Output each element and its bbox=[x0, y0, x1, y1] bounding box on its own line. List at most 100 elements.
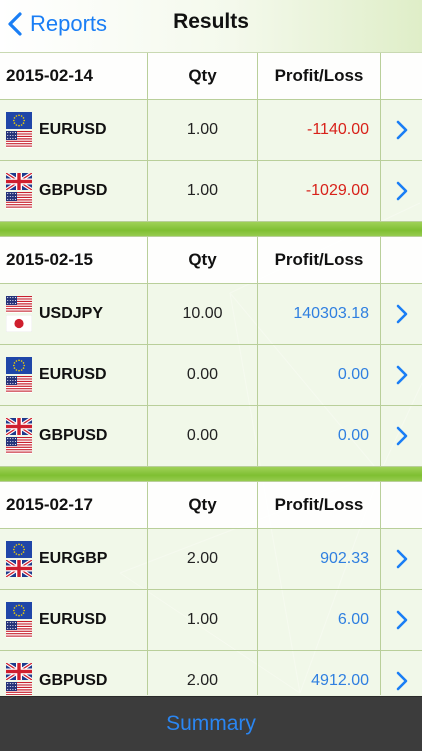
profit-loss-value: 140303.18 bbox=[258, 284, 381, 344]
eu-flag-icon bbox=[6, 357, 32, 374]
disclosure-cell[interactable] bbox=[381, 161, 422, 221]
bottom-toolbar: Summary bbox=[0, 696, 422, 751]
profit-loss-value: 902.33 bbox=[258, 529, 381, 589]
section-header-row: 2015-02-14 Qty Profit/Loss bbox=[0, 53, 422, 100]
table-row[interactable]: GBPUSD 2.00 4912.00 bbox=[0, 651, 422, 695]
disclosure-cell[interactable] bbox=[381, 590, 422, 650]
currency-pair: EURUSD bbox=[39, 121, 107, 138]
table-row[interactable]: EURUSD 0.00 0.00 bbox=[0, 345, 422, 406]
currency-flags bbox=[6, 357, 32, 393]
currency-flags bbox=[6, 418, 32, 454]
profit-loss-value: -1140.00 bbox=[258, 100, 381, 160]
profit-loss-value: 0.00 bbox=[258, 345, 381, 405]
profit-loss-value: 6.00 bbox=[258, 590, 381, 650]
chevron-right-icon[interactable] bbox=[395, 120, 409, 140]
us-flag-icon bbox=[6, 192, 32, 209]
section-date: 2015-02-15 bbox=[0, 237, 148, 283]
profit-loss-value: -1029.00 bbox=[258, 161, 381, 221]
section-separator bbox=[0, 467, 422, 482]
qty-column-header: Qty bbox=[148, 53, 258, 99]
date-section: 2015-02-17 Qty Profit/Loss EURGBP 2.00 902.3… bbox=[0, 482, 422, 695]
chevron-right-icon[interactable] bbox=[395, 549, 409, 569]
date-section: 2015-02-14 Qty Profit/Loss EURUSD 1.00 -1140.… bbox=[0, 53, 422, 237]
section-date: 2015-02-17 bbox=[0, 482, 148, 528]
profit-loss-column-header: Profit/Loss bbox=[258, 482, 381, 528]
us-flag-icon bbox=[6, 437, 32, 454]
pair-cell: EURUSD bbox=[0, 100, 148, 160]
currency-flags bbox=[6, 663, 32, 695]
disclosure-cell[interactable] bbox=[381, 100, 422, 160]
disclosure-cell[interactable] bbox=[381, 345, 422, 405]
currency-pair: GBPUSD bbox=[39, 427, 108, 444]
disclosure-cell[interactable] bbox=[381, 406, 422, 466]
chevron-right-icon[interactable] bbox=[395, 671, 409, 691]
table-row[interactable]: USDJPY 10.00 140303.18 bbox=[0, 284, 422, 345]
pair-cell: EURUSD bbox=[0, 590, 148, 650]
summary-button[interactable]: Summary bbox=[166, 712, 256, 736]
quantity-value: 2.00 bbox=[148, 529, 258, 589]
chevron-right-icon[interactable] bbox=[395, 426, 409, 446]
chevron-right-icon[interactable] bbox=[395, 304, 409, 324]
us-flag-icon bbox=[6, 682, 32, 695]
uk-flag-icon bbox=[6, 560, 32, 577]
us-flag-icon bbox=[6, 376, 32, 393]
quantity-value: 0.00 bbox=[148, 345, 258, 405]
currency-pair: EURUSD bbox=[39, 366, 107, 383]
currency-pair: USDJPY bbox=[39, 305, 104, 322]
chevron-right-icon[interactable] bbox=[395, 610, 409, 630]
header-spacer bbox=[381, 237, 422, 283]
pair-cell: GBPUSD bbox=[0, 406, 148, 466]
sections-container: 2015-02-14 Qty Profit/Loss EURUSD 1.00 -1140.… bbox=[0, 53, 422, 695]
qty-column-header: Qty bbox=[148, 237, 258, 283]
section-header-row: 2015-02-17 Qty Profit/Loss bbox=[0, 482, 422, 529]
disclosure-cell[interactable] bbox=[381, 284, 422, 344]
pair-cell: GBPUSD bbox=[0, 161, 148, 221]
table-row[interactable]: EURGBP 2.00 902.33 bbox=[0, 529, 422, 590]
pair-cell: USDJPY bbox=[0, 284, 148, 344]
uk-flag-icon bbox=[6, 173, 32, 190]
jp-flag-icon bbox=[6, 315, 32, 332]
chevron-right-icon[interactable] bbox=[395, 181, 409, 201]
table-row[interactable]: GBPUSD 0.00 0.00 bbox=[0, 406, 422, 467]
disclosure-cell[interactable] bbox=[381, 529, 422, 589]
section-header-row: 2015-02-15 Qty Profit/Loss bbox=[0, 237, 422, 284]
header-spacer bbox=[381, 482, 422, 528]
page-title: Results bbox=[173, 10, 249, 33]
currency-flags bbox=[6, 541, 32, 577]
us-flag-icon bbox=[6, 296, 32, 313]
uk-flag-icon bbox=[6, 418, 32, 435]
chevron-right-icon[interactable] bbox=[395, 365, 409, 385]
currency-pair: GBPUSD bbox=[39, 182, 108, 199]
profit-loss-value: 4912.00 bbox=[258, 651, 381, 695]
quantity-value: 1.00 bbox=[148, 161, 258, 221]
eu-flag-icon bbox=[6, 602, 32, 619]
pair-cell: GBPUSD bbox=[0, 651, 148, 695]
currency-pair: EURGBP bbox=[39, 550, 108, 567]
eu-flag-icon bbox=[6, 541, 32, 558]
uk-flag-icon bbox=[6, 663, 32, 680]
section-separator bbox=[0, 222, 422, 237]
profit-loss-column-header: Profit/Loss bbox=[258, 237, 381, 283]
date-section: 2015-02-15 Qty Profit/Loss USDJPY 10.00 14030… bbox=[0, 237, 422, 482]
profit-loss-column-header: Profit/Loss bbox=[258, 53, 381, 99]
currency-pair: EURUSD bbox=[39, 611, 107, 628]
quantity-value: 10.00 bbox=[148, 284, 258, 344]
us-flag-icon bbox=[6, 621, 32, 638]
profit-loss-value: 0.00 bbox=[258, 406, 381, 466]
currency-pair: GBPUSD bbox=[39, 672, 108, 689]
quantity-value: 0.00 bbox=[148, 406, 258, 466]
currency-flags bbox=[6, 112, 32, 148]
navigation-bar: Reports Results bbox=[0, 0, 422, 53]
currency-flags bbox=[6, 173, 32, 209]
results-table[interactable]: 2015-02-14 Qty Profit/Loss EURUSD 1.00 -1140.… bbox=[0, 53, 422, 695]
eu-flag-icon bbox=[6, 112, 32, 129]
currency-flags bbox=[6, 296, 32, 332]
disclosure-cell[interactable] bbox=[381, 651, 422, 695]
pair-cell: EURGBP bbox=[0, 529, 148, 589]
table-row[interactable]: EURUSD 1.00 6.00 bbox=[0, 590, 422, 651]
table-row[interactable]: GBPUSD 1.00 -1029.00 bbox=[0, 161, 422, 222]
currency-flags bbox=[6, 602, 32, 638]
table-row[interactable]: EURUSD 1.00 -1140.00 bbox=[0, 100, 422, 161]
header-spacer bbox=[381, 53, 422, 99]
section-date: 2015-02-14 bbox=[0, 53, 148, 99]
